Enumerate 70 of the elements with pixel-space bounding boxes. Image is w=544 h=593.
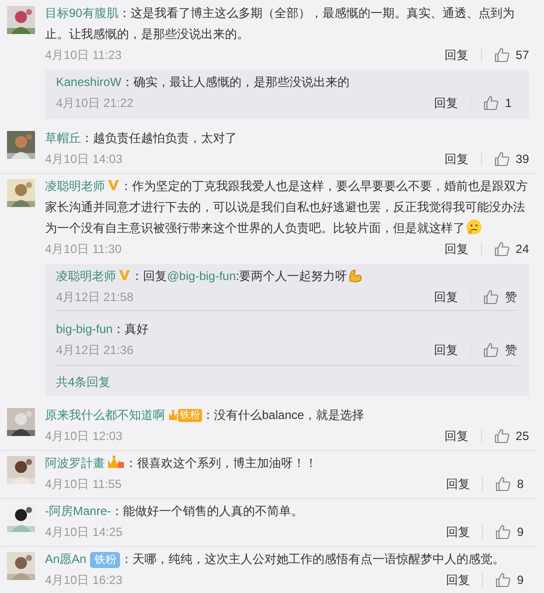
like-count: 9 — [517, 524, 525, 541]
like-count: 赞 — [505, 289, 517, 306]
like-count: 39 — [516, 151, 529, 168]
crown-icon — [168, 409, 178, 421]
user-name-link[interactable]: -阿房Manre- — [45, 504, 112, 518]
comment-text: 目标90有腹肌：这是我看了博主这么多期（全部），最感慨的一期。真实、通透、点到为止。让我感慨的，是那些没说出来的。 — [45, 5, 516, 43]
crown-icon — [107, 455, 125, 469]
reply-link[interactable]: 回复 — [444, 240, 469, 258]
mention-link[interactable]: @big-big-fun — [167, 269, 236, 283]
comment-text: 原来我什么都不知道啊 铁粉 ：没有什么balance，就是选择 — [45, 407, 366, 424]
fan-badge: 铁粉 — [178, 408, 202, 422]
reply-link[interactable]: 回复 — [444, 150, 469, 168]
comment-text: 凌聪明老师 ：回复@big-big-fun:要两个人一起努力呀 — [56, 266, 518, 287]
comment-date: 4月12日 21:58 — [56, 289, 134, 306]
comment-text: 草帽丘：越负责任越怕负责，太对了 — [45, 130, 238, 147]
comment-date: 4月10日 14:25 — [45, 524, 122, 541]
thumbs-up-icon[interactable] — [483, 342, 499, 358]
like-count: 赞 — [505, 342, 517, 359]
flexed-arm-icon — [348, 268, 364, 283]
comment-date: 4月12日 21:36 — [56, 342, 134, 359]
comment-text: 阿波罗計畫 ：很喜欢这个系列，博主加油呀！！ — [45, 454, 318, 472]
comment-text: An愿An 铁粉 ：天哪，纯纯，这次主人公对她工作的感悟有点一语惊醒梦中人的感觉。 — [45, 551, 506, 570]
comment-date: 4月10日 11:30 — [45, 241, 122, 258]
comment-date: 4月10日 16:23 — [45, 572, 122, 589]
comment-text: -阿房Manre-：能做好一个销售的人真的不简单。 — [45, 503, 304, 520]
comment-date: 4月10日 11:23 — [45, 47, 122, 64]
thumbs-up-icon[interactable] — [483, 289, 499, 305]
user-name-link[interactable]: 阿波罗計畫 — [45, 456, 105, 470]
like-count: 8 — [517, 476, 525, 493]
user-name-link[interactable]: KaneshiroW — [56, 75, 122, 89]
verified-icon — [118, 269, 131, 281]
user-name-link[interactable]: 凌聪明老师 — [45, 179, 105, 193]
reply-link[interactable]: 回复 — [434, 94, 458, 112]
thumbs-up-icon[interactable] — [495, 572, 511, 588]
like-count: 9 — [517, 572, 525, 589]
comment-text: 凌聪明老师 ：作为坚定的丁克我跟我爱人也是这样，要么早要要么不要，婚前也是跟双方家长沟通并同意才进行下去的，可以说是我们自私也好逃避也罢，反正我觉得我可能没办法为一个没有自主意识被强行带来这个世界的人负责吧。比较片面，但是就这样了 — [45, 178, 529, 237]
like-count: 25 — [516, 428, 529, 445]
fan-badge: 铁粉 — [90, 552, 120, 568]
more-replies-link[interactable]: 共4条回复 — [56, 375, 111, 389]
comment-date: 4月10日 21:22 — [56, 95, 134, 112]
comment-date: 4月10日 14:03 — [45, 151, 122, 168]
user-name-link[interactable]: An愿An — [45, 552, 86, 566]
like-count: 1 — [505, 95, 513, 112]
thumbs-up-icon[interactable] — [494, 241, 510, 257]
thinking-face-icon — [466, 219, 482, 235]
reply-link[interactable]: 回复 — [434, 341, 458, 359]
comment-text: big-big-fun：真好 — [56, 321, 150, 338]
user-name-link[interactable]: 草帽丘 — [45, 131, 81, 145]
comment-date: 4月10日 12:03 — [45, 428, 122, 445]
thumbs-up-icon[interactable] — [494, 151, 510, 167]
comment-text: KaneshiroW：确实，最让人感慨的，是那些没说出来的 — [56, 74, 350, 91]
user-name-link[interactable]: 凌聪明老师 — [56, 269, 116, 283]
reply-link[interactable]: 回复 — [444, 427, 469, 445]
thumbs-up-icon[interactable] — [494, 428, 510, 444]
user-name-link[interactable]: 目标90有腹肌 — [45, 6, 118, 20]
like-count: 57 — [516, 47, 529, 64]
reply-link[interactable]: 回复 — [446, 475, 470, 493]
reply-link[interactable]: 回复 — [446, 571, 470, 589]
thumbs-up-icon[interactable] — [494, 47, 510, 63]
thumbs-up-icon[interactable] — [495, 476, 511, 492]
thumbs-up-icon[interactable] — [495, 524, 511, 540]
reply-link[interactable]: 回复 — [434, 288, 458, 306]
comment-date: 4月10日 11:55 — [45, 476, 122, 493]
thumbs-up-icon[interactable] — [483, 95, 499, 111]
verified-icon — [107, 179, 120, 191]
user-name-link[interactable]: big-big-fun — [56, 322, 113, 336]
reply-link[interactable]: 回复 — [444, 46, 469, 64]
reply-link[interactable]: 回复 — [446, 523, 470, 541]
like-count: 24 — [516, 241, 529, 258]
user-name-link[interactable]: 原来我什么都不知道啊 — [45, 408, 165, 422]
